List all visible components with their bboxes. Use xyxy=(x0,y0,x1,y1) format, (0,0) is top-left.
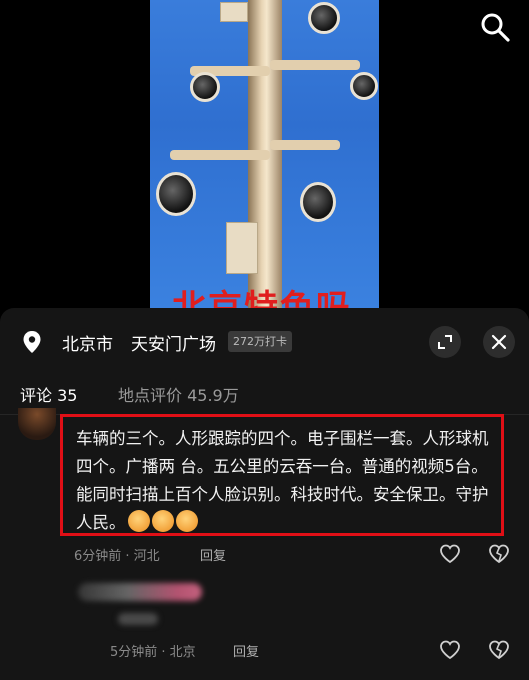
heart-icon[interactable] xyxy=(439,544,461,564)
thumbs-up-emoji xyxy=(127,510,150,532)
tab-comments[interactable]: 评论 35 xyxy=(20,382,77,406)
location-header[interactable]: 北京市 天安门广场 272万打卡 xyxy=(0,320,529,364)
reply-button[interactable]: 回复 xyxy=(200,545,226,564)
blurred-username xyxy=(78,583,202,601)
equipment-box xyxy=(220,2,248,22)
comment-meta: 6分钟前 · 河北 xyxy=(74,549,160,564)
pole-arm xyxy=(170,150,270,160)
highlighted-comment: 车辆的三个。人形跟踪的四个。电子围栏一套。人形球机四个。广播两 台。五公里的云吞… xyxy=(60,414,504,536)
close-button[interactable] xyxy=(483,326,515,358)
pole-arm xyxy=(270,60,360,70)
location-pin-icon xyxy=(23,331,41,353)
city-label[interactable]: 北京市 xyxy=(62,330,113,355)
comment-sheet: 北京市 天安门广场 272万打卡 评论 35 地点评价 45.9万 车辆的三个。… xyxy=(0,308,529,680)
close-icon xyxy=(491,334,507,350)
thumbs-up-emoji xyxy=(151,510,174,532)
camera-dome xyxy=(190,72,220,102)
search-button[interactable] xyxy=(478,10,512,44)
subcomment-meta: 5分钟前 · 北京 xyxy=(110,645,196,660)
dislike-heart-icon[interactable] xyxy=(488,544,510,564)
checkin-badge: 272万打卡 xyxy=(228,331,292,352)
thumbs-up-emoji xyxy=(175,510,198,532)
dislike-heart-icon[interactable] xyxy=(488,640,510,660)
blurred-text xyxy=(118,613,158,625)
place-label[interactable]: 天安门广场 xyxy=(131,330,216,355)
reply-button[interactable]: 回复 xyxy=(233,641,259,660)
camera-dome xyxy=(308,2,340,34)
tab-place-rating[interactable]: 地点评价 45.9万 xyxy=(118,382,239,406)
expand-icon xyxy=(438,335,452,349)
pole-arm xyxy=(270,140,340,150)
comment-body[interactable]: 车辆的三个。人形跟踪的四个。电子围栏一套。人形球机四个。广播两 台。五公里的云吞… xyxy=(76,425,501,537)
avatar[interactable] xyxy=(18,408,56,440)
camera-dome xyxy=(350,72,378,100)
camera-dome xyxy=(156,172,196,216)
tab-bar: 评论 35 地点评价 45.9万 xyxy=(0,378,529,418)
video-frame: 北京特色吗 xyxy=(150,0,379,312)
search-icon xyxy=(481,13,510,42)
camera-dome xyxy=(300,182,336,222)
video-player[interactable]: 北京特色吗 xyxy=(0,0,529,312)
heart-icon[interactable] xyxy=(439,640,461,660)
equipment-box xyxy=(226,222,258,274)
expand-button[interactable] xyxy=(429,326,461,358)
